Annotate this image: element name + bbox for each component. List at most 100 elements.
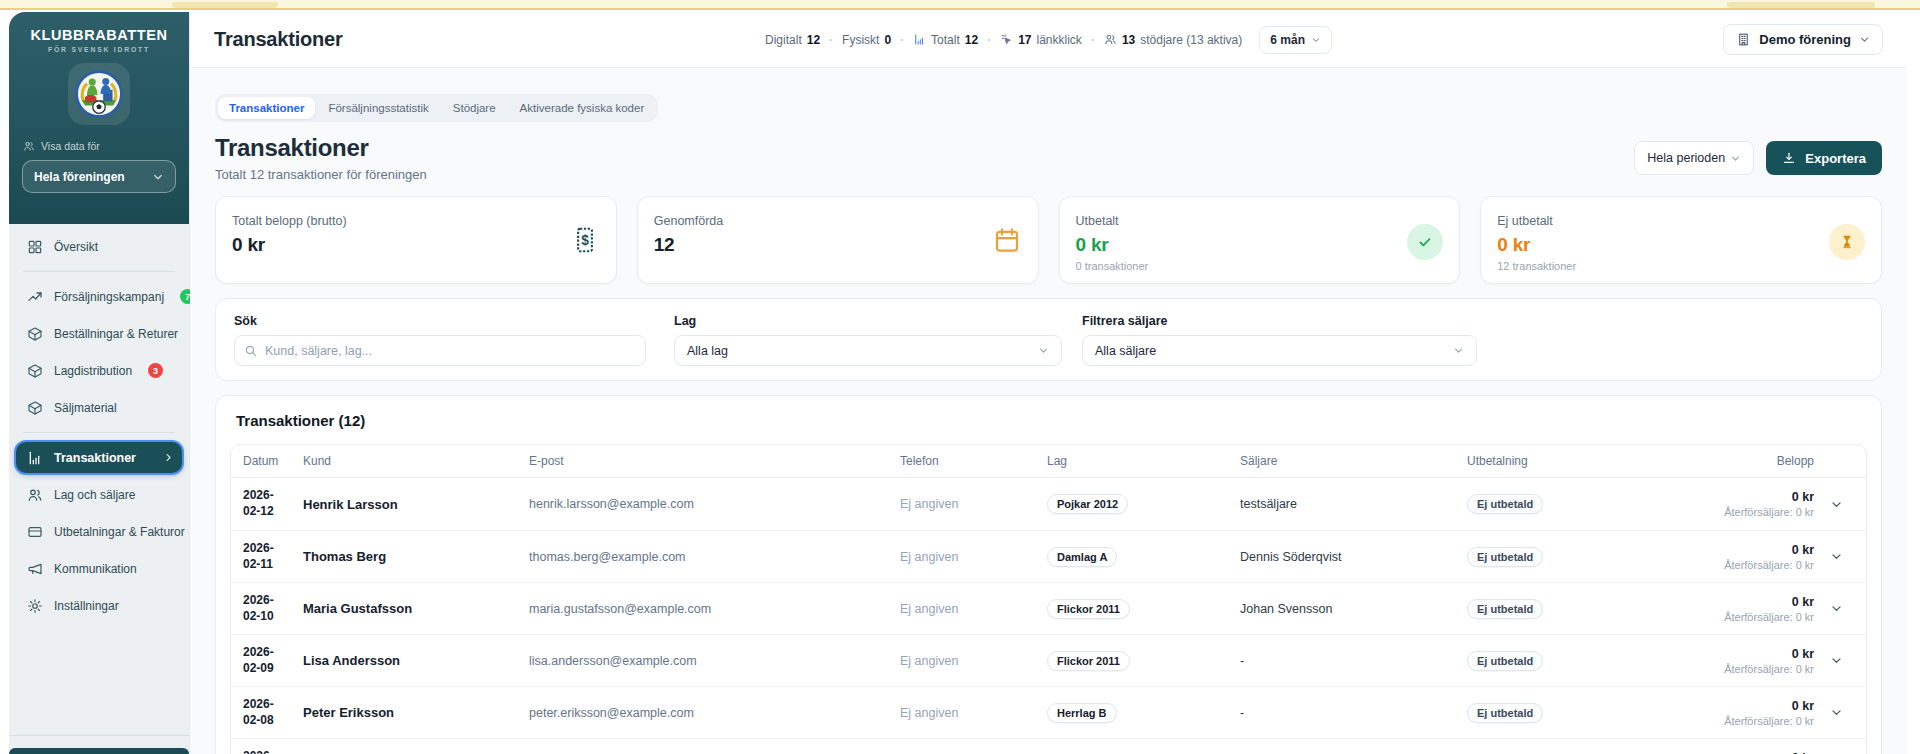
- trend-icon: [27, 289, 43, 305]
- brand-title: KLUBBRABATTEN: [9, 12, 189, 43]
- building-icon: [1736, 32, 1751, 47]
- tab-transaktioner[interactable]: Transaktioner: [218, 97, 315, 119]
- chevron-down-icon: [1453, 345, 1464, 356]
- lag-badge: Flickor 2011: [1047, 651, 1130, 671]
- sidebar-item-label: Transaktioner: [54, 451, 136, 465]
- sidebar-item-lagdistribution[interactable]: Lagdistribution3: [9, 352, 189, 389]
- stat-value: 12: [965, 33, 978, 47]
- banknote-icon: $: [570, 225, 600, 255]
- tab-aktiverade-fysiska-koder[interactable]: Aktiverade fysiska koder: [509, 97, 656, 119]
- sidebar-item-s-ljmaterial[interactable]: Säljmaterial: [9, 389, 189, 426]
- chart-icon: [27, 450, 43, 466]
- lag-badge: Flickor 2011: [1047, 599, 1130, 619]
- period-select[interactable]: Hela perioden: [1634, 141, 1754, 175]
- period-range-select[interactable]: 6 mån: [1259, 26, 1332, 54]
- header-stat-st-djare-13-aktiva: 13stödjare (13 aktiva): [1104, 33, 1242, 47]
- card-label: Ej utbetalt: [1497, 214, 1576, 228]
- utbetalning-badge: Ej utbetald: [1467, 703, 1543, 723]
- chart-icon: [913, 33, 926, 46]
- cell-datum: 2026-02-07: [231, 749, 303, 754]
- stat-label: länkklick: [1037, 33, 1082, 47]
- search-input[interactable]: [234, 335, 646, 366]
- calendar-icon: [992, 225, 1022, 255]
- cell-kund: Peter Eriksson: [303, 705, 529, 720]
- cell-telefon: Ej angiven: [900, 602, 1047, 616]
- chevron-down-icon[interactable]: [1830, 498, 1843, 511]
- org-switcher-button[interactable]: Demo förening: [1723, 24, 1883, 55]
- cell-datum: 2026-02-09: [231, 645, 303, 676]
- cell-belopp-sub: Återförsäljare: 0 kr: [1667, 663, 1814, 675]
- stat-cards: Totalt belopp (brutto)0 kr$Genomförda12U…: [215, 196, 1882, 284]
- lag-filter-label: Lag: [674, 314, 1062, 328]
- sidebar-item-transaktioner[interactable]: Transaktioner: [16, 442, 182, 473]
- table-row[interactable]: 2026-02-11Thomas Bergthomas.berg@example…: [231, 530, 1866, 582]
- search-label: Sök: [234, 314, 646, 328]
- saljare-filter-select[interactable]: Alla säljare: [1082, 335, 1477, 366]
- cell-datum: 2026-02-10: [231, 593, 303, 624]
- chevron-down-icon[interactable]: [1830, 706, 1843, 719]
- sidebar-item-label: Försäljningskampanj: [54, 290, 164, 304]
- search-icon: [244, 344, 257, 357]
- sidebar-item-versikt[interactable]: Översikt: [9, 228, 189, 265]
- export-button[interactable]: Exportera: [1766, 141, 1882, 175]
- card-label: Totalt belopp (brutto): [232, 214, 347, 228]
- table-row[interactable]: 2026-02-10Maria Gustafssonmaria.gustafss…: [231, 582, 1866, 634]
- lag-filter-select[interactable]: Alla lag: [674, 335, 1062, 366]
- lag-badge: Damlag A: [1047, 547, 1117, 567]
- tab-st-djare[interactable]: Stödjare: [442, 97, 507, 119]
- sidebar-item-label: Lag och säljare: [54, 488, 135, 502]
- tab-f-rs-ljningsstatistik[interactable]: Försäljningsstatistik: [317, 97, 439, 119]
- org-scope-value: Hela föreningen: [34, 170, 125, 184]
- col-utbetalning: Utbetalning: [1467, 454, 1667, 468]
- cell-belopp: 0 kr: [1667, 751, 1814, 754]
- header-stat-l-nkklick: 17 länkklick: [1000, 33, 1082, 47]
- transactions-table: DatumKundE-postTelefonLagSäljareUtbetaln…: [230, 444, 1867, 754]
- visa-data-row: Visa data för: [23, 140, 189, 152]
- cell-kund: Maria Gustafsson: [303, 601, 529, 616]
- nav-badge: 3: [148, 363, 163, 378]
- strip-segment: [1727, 2, 1875, 8]
- cell-saljare: Dennis Söderqvist: [1240, 550, 1467, 564]
- sidebar-item-inst-llningar[interactable]: Inställningar: [9, 587, 189, 624]
- table-row[interactable]: 2026-02-09Lisa Anderssonlisa.andersson@e…: [231, 634, 1866, 686]
- table-row[interactable]: 2026-02-08Peter Erikssonpeter.eriksson@e…: [231, 686, 1866, 738]
- header-stat-fysiskt: Fysiskt0: [842, 33, 891, 47]
- chevron-right-icon: [163, 452, 174, 463]
- table-row[interactable]: 2026-02-070 krÅterförsäljare: 0 kr: [231, 738, 1866, 754]
- chevron-down-icon: [1038, 345, 1049, 356]
- header-stats: Digitalt12·Fysiskt0·Totalt12·17länkklick…: [765, 26, 1332, 54]
- col-belopp: Belopp: [1667, 454, 1814, 468]
- sidebar-item-lag-och-s-ljare[interactable]: Lag och säljare: [9, 476, 189, 513]
- sidebar-item-utbetalningar-fakturor[interactable]: Utbetalningar & Fakturor: [9, 513, 189, 550]
- cell-saljare: testsäljare: [1240, 497, 1467, 511]
- stat-separator: ·: [987, 33, 991, 47]
- megaphone-icon: [27, 561, 43, 577]
- cell-telefon: Ej angiven: [900, 497, 1047, 511]
- table-row[interactable]: 2026-02-12Henrik Larssonhenrik.larsson@e…: [231, 478, 1866, 530]
- chevron-down-icon[interactable]: [1830, 550, 1843, 563]
- card-label: Genomförda: [654, 214, 723, 228]
- chevron-down-icon[interactable]: [1830, 654, 1843, 667]
- top-header: Transaktioner Digitalt12·Fysiskt0·Totalt…: [190, 12, 1907, 68]
- stat-card-ej-utbetalt: Ej utbetalt0 kr12 transaktioner: [1480, 196, 1882, 284]
- cell-belopp-sub: Återförsäljare: 0 kr: [1667, 506, 1814, 518]
- sidebar-item-f-rs-ljningskampanj[interactable]: Försäljningskampanj7: [9, 278, 189, 315]
- stat-card-utbetalt: Utbetalt0 kr0 transaktioner: [1059, 196, 1461, 284]
- stat-value: 17: [1018, 33, 1031, 47]
- card-sub: 0 transaktioner: [1076, 260, 1149, 272]
- sidebar-item-best-llningar-returer[interactable]: Beställningar & Returer: [9, 315, 189, 352]
- gear-icon: [27, 598, 43, 614]
- cell-datum: 2026-02-08: [231, 697, 303, 728]
- org-switcher-label: Demo förening: [1759, 32, 1851, 47]
- chevron-down-icon: [1730, 153, 1741, 164]
- card-label: Utbetalt: [1076, 214, 1149, 228]
- people-icon: [1104, 33, 1117, 46]
- page-title: Transaktioner: [215, 134, 427, 162]
- utbetalning-badge: Ej utbetald: [1467, 599, 1543, 619]
- tabs: TransaktionerFörsäljningsstatistikStödja…: [215, 94, 658, 122]
- download-icon: [1782, 151, 1796, 165]
- org-scope-select[interactable]: Hela föreningen: [22, 160, 176, 193]
- chevron-down-icon[interactable]: [1830, 602, 1843, 615]
- sidebar-item-kommunikation[interactable]: Kommunikation: [9, 550, 189, 587]
- cell-telefon: Ej angiven: [900, 706, 1047, 720]
